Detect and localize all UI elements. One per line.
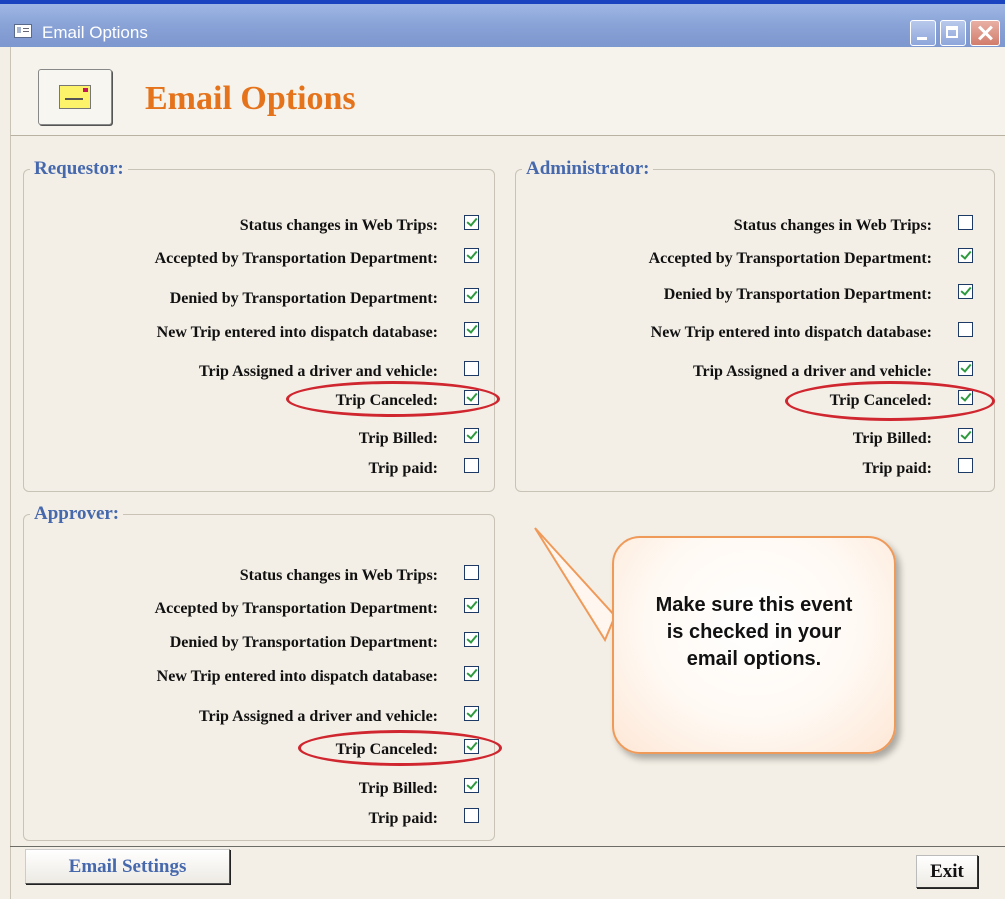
requestor-option-label: New Trip entered into dispatch database: — [156, 324, 438, 341]
approver-title: Approver: — [30, 503, 124, 525]
administrator-option-checkbox[interactable] — [958, 215, 973, 230]
requestor-option-checkbox[interactable] — [464, 428, 479, 443]
administrator-title: Administrator: — [522, 158, 654, 180]
requestor-option-checkbox[interactable] — [464, 248, 479, 263]
approver-option-checkbox[interactable] — [464, 666, 479, 681]
callout-bubble: Make sure this event is checked in your … — [612, 536, 896, 754]
window-title: Email Options — [42, 23, 148, 42]
administrator-option-label: Trip paid: — [862, 460, 933, 477]
close-button[interactable] — [970, 20, 1000, 46]
exit-button[interactable]: Exit — [916, 855, 978, 888]
administrator-option-checkbox[interactable] — [958, 361, 973, 376]
administrator-option-checkbox[interactable] — [958, 284, 973, 299]
page-title: Email Options — [145, 80, 356, 117]
approver-option-label: Status changes in Web Trips: — [239, 567, 438, 584]
requestor-option-checkbox[interactable] — [464, 288, 479, 303]
maximize-button[interactable] — [940, 20, 966, 46]
administrator-option-label: Trip Billed: — [852, 430, 932, 447]
requestor-option-label: Status changes in Web Trips: — [239, 217, 438, 234]
administrator-option-label: Accepted by Transportation Department: — [648, 250, 932, 267]
requestor-option-checkbox[interactable] — [464, 458, 479, 473]
approver-option-checkbox[interactable] — [464, 565, 479, 580]
window-titlebar: Email Options — [0, 0, 1005, 47]
administrator-option-checkbox[interactable] — [958, 248, 973, 263]
approver-option-checkbox[interactable] — [464, 778, 479, 793]
highlight-ring-approver — [298, 730, 502, 766]
requestor-option-label: Trip Assigned a driver and vehicle: — [199, 363, 438, 380]
requestor-option-label: Denied by Transportation Department: — [169, 290, 438, 307]
approver-option-label: New Trip entered into dispatch database: — [156, 668, 438, 685]
approver-option-checkbox[interactable] — [464, 706, 479, 721]
envelope-icon — [59, 85, 91, 109]
email-settings-button[interactable]: Email Settings — [25, 849, 230, 884]
envelope-button[interactable] — [38, 69, 112, 125]
approver-option-checkbox[interactable] — [464, 808, 479, 823]
administrator-option-checkbox[interactable] — [958, 428, 973, 443]
administrator-option-checkbox[interactable] — [958, 458, 973, 473]
minimize-button[interactable] — [910, 20, 936, 46]
approver-option-label: Trip Billed: — [358, 780, 438, 797]
administrator-option-label: Denied by Transportation Department: — [663, 286, 932, 303]
administrator-option-checkbox[interactable] — [958, 322, 973, 337]
approver-option-label: Trip Assigned a driver and vehicle: — [199, 708, 438, 725]
approver-option-label: Accepted by Transportation Department: — [154, 600, 438, 617]
form-header: Email Options — [10, 47, 1005, 136]
footer-divider — [10, 846, 1005, 847]
requestor-option-checkbox[interactable] — [464, 361, 479, 376]
requestor-option-label: Trip Billed: — [358, 430, 438, 447]
requestor-option-label: Trip paid: — [368, 460, 439, 477]
callout-pointer — [534, 527, 617, 643]
highlight-ring-requestor — [286, 381, 500, 417]
administrator-option-label: Trip Assigned a driver and vehicle: — [693, 363, 932, 380]
approver-option-label: Denied by Transportation Department: — [169, 634, 438, 651]
requestor-option-label: Accepted by Transportation Department: — [154, 250, 438, 267]
approver-option-label: Trip paid: — [368, 810, 439, 827]
highlight-ring-administrator — [785, 381, 995, 421]
requestor-option-checkbox[interactable] — [464, 215, 479, 230]
requestor-title: Requestor: — [30, 158, 128, 180]
administrator-option-label: Status changes in Web Trips: — [733, 217, 932, 234]
approver-option-checkbox[interactable] — [464, 632, 479, 647]
requestor-option-checkbox[interactable] — [464, 322, 479, 337]
form-icon — [14, 24, 32, 38]
administrator-option-label: New Trip entered into dispatch database: — [650, 324, 932, 341]
callout-text: Make sure this event is checked in your … — [655, 594, 853, 670]
approver-option-checkbox[interactable] — [464, 598, 479, 613]
